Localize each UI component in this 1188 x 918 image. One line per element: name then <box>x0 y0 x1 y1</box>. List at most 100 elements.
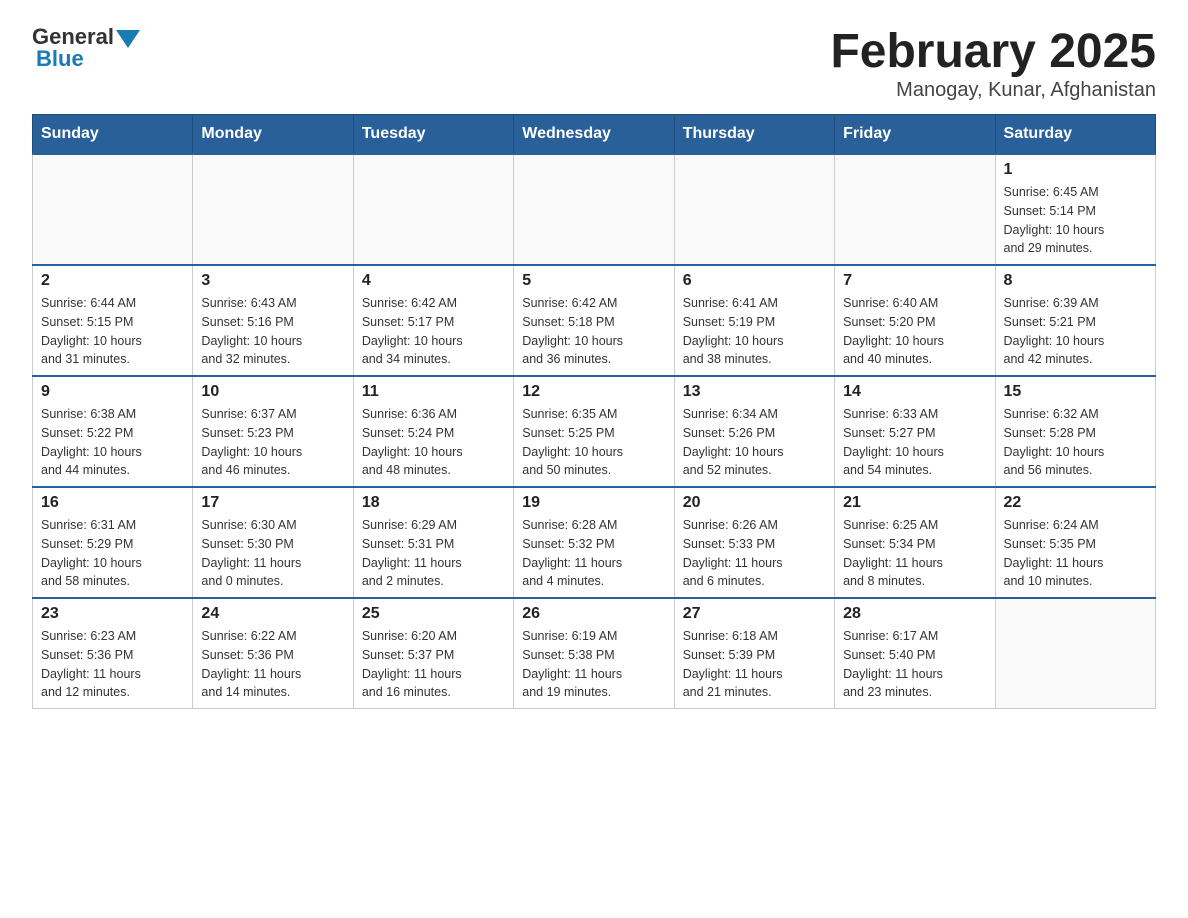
calendar-cell: 16 Sunrise: 6:31 AMSunset: 5:29 PMDayligh… <box>33 487 193 598</box>
calendar-cell: 11 Sunrise: 6:36 AMSunset: 5:24 PMDayligh… <box>353 376 513 487</box>
day-info: Sunrise: 6:32 AMSunset: 5:28 PMDaylight:… <box>1004 405 1147 480</box>
day-number: 14 <box>843 383 986 401</box>
calendar-week-row: 9 Sunrise: 6:38 AMSunset: 5:22 PMDaylight… <box>33 376 1156 487</box>
day-info: Sunrise: 6:45 AMSunset: 5:14 PMDaylight:… <box>1004 183 1147 258</box>
day-info: Sunrise: 6:42 AMSunset: 5:17 PMDaylight:… <box>362 294 505 369</box>
day-number: 10 <box>201 383 344 401</box>
calendar-cell: 24 Sunrise: 6:22 AMSunset: 5:36 PMDayligh… <box>193 598 353 709</box>
calendar-cell <box>995 598 1155 709</box>
calendar-cell: 26 Sunrise: 6:19 AMSunset: 5:38 PMDayligh… <box>514 598 674 709</box>
day-info: Sunrise: 6:43 AMSunset: 5:16 PMDaylight:… <box>201 294 344 369</box>
day-number: 7 <box>843 272 986 290</box>
calendar-week-row: 2 Sunrise: 6:44 AMSunset: 5:15 PMDaylight… <box>33 265 1156 376</box>
day-info: Sunrise: 6:38 AMSunset: 5:22 PMDaylight:… <box>41 405 184 480</box>
day-number: 20 <box>683 494 826 512</box>
weekday-header-friday: Friday <box>835 115 995 155</box>
calendar-cell: 17 Sunrise: 6:30 AMSunset: 5:30 PMDayligh… <box>193 487 353 598</box>
weekday-header-tuesday: Tuesday <box>353 115 513 155</box>
day-number: 5 <box>522 272 665 290</box>
calendar-cell: 6 Sunrise: 6:41 AMSunset: 5:19 PMDaylight… <box>674 265 834 376</box>
calendar-cell: 12 Sunrise: 6:35 AMSunset: 5:25 PMDayligh… <box>514 376 674 487</box>
calendar-cell: 28Sunrise: 6:17 AMSunset: 5:40 PMDayligh… <box>835 598 995 709</box>
day-number: 26 <box>522 605 665 623</box>
logo: General Blue <box>32 24 140 72</box>
day-info: Sunrise: 6:44 AMSunset: 5:15 PMDaylight:… <box>41 294 184 369</box>
day-info: Sunrise: 6:23 AMSunset: 5:36 PMDaylight:… <box>41 627 184 702</box>
day-number: 25 <box>362 605 505 623</box>
day-number: 22 <box>1004 494 1147 512</box>
day-info: Sunrise: 6:39 AMSunset: 5:21 PMDaylight:… <box>1004 294 1147 369</box>
day-info: Sunrise: 6:41 AMSunset: 5:19 PMDaylight:… <box>683 294 826 369</box>
day-number: 8 <box>1004 272 1147 290</box>
day-number: 18 <box>362 494 505 512</box>
calendar-cell: 19 Sunrise: 6:28 AMSunset: 5:32 PMDayligh… <box>514 487 674 598</box>
calendar-cell <box>674 154 834 265</box>
day-info: Sunrise: 6:36 AMSunset: 5:24 PMDaylight:… <box>362 405 505 480</box>
calendar-week-row: 16 Sunrise: 6:31 AMSunset: 5:29 PMDayligh… <box>33 487 1156 598</box>
calendar-cell: 8 Sunrise: 6:39 AMSunset: 5:21 PMDaylight… <box>995 265 1155 376</box>
calendar-cell: 2 Sunrise: 6:44 AMSunset: 5:15 PMDaylight… <box>33 265 193 376</box>
day-number: 15 <box>1004 383 1147 401</box>
day-number: 4 <box>362 272 505 290</box>
calendar-cell: 10Sunrise: 6:37 AMSunset: 5:23 PMDayligh… <box>193 376 353 487</box>
calendar-title: February 2025 <box>830 24 1156 79</box>
calendar-cell: 22Sunrise: 6:24 AMSunset: 5:35 PMDayligh… <box>995 487 1155 598</box>
calendar-cell <box>33 154 193 265</box>
day-info: Sunrise: 6:19 AMSunset: 5:38 PMDaylight:… <box>522 627 665 702</box>
calendar-header-row: SundayMondayTuesdayWednesdayThursdayFrid… <box>33 115 1156 155</box>
weekday-header-saturday: Saturday <box>995 115 1155 155</box>
weekday-header-wednesday: Wednesday <box>514 115 674 155</box>
day-number: 11 <box>362 383 505 401</box>
calendar-cell <box>353 154 513 265</box>
day-number: 17 <box>201 494 344 512</box>
day-info: Sunrise: 6:28 AMSunset: 5:32 PMDaylight:… <box>522 516 665 591</box>
calendar-cell: 14Sunrise: 6:33 AMSunset: 5:27 PMDayligh… <box>835 376 995 487</box>
day-number: 28 <box>843 605 986 623</box>
weekday-header-sunday: Sunday <box>33 115 193 155</box>
calendar-cell: 15 Sunrise: 6:32 AMSunset: 5:28 PMDayligh… <box>995 376 1155 487</box>
day-number: 1 <box>1004 161 1147 179</box>
day-number: 23 <box>41 605 184 623</box>
weekday-header-thursday: Thursday <box>674 115 834 155</box>
day-number: 9 <box>41 383 184 401</box>
day-number: 19 <box>522 494 665 512</box>
calendar-cell: 18 Sunrise: 6:29 AMSunset: 5:31 PMDayligh… <box>353 487 513 598</box>
calendar-cell: 1 Sunrise: 6:45 AMSunset: 5:14 PMDaylight… <box>995 154 1155 265</box>
day-info: Sunrise: 6:20 AMSunset: 5:37 PMDaylight:… <box>362 627 505 702</box>
day-number: 24 <box>201 605 344 623</box>
day-number: 21 <box>843 494 986 512</box>
calendar-cell: 3 Sunrise: 6:43 AMSunset: 5:16 PMDaylight… <box>193 265 353 376</box>
calendar-cell: 21Sunrise: 6:25 AMSunset: 5:34 PMDayligh… <box>835 487 995 598</box>
day-info: Sunrise: 6:29 AMSunset: 5:31 PMDaylight:… <box>362 516 505 591</box>
weekday-header-monday: Monday <box>193 115 353 155</box>
page-header: General Blue February 2025 Manogay, Kuna… <box>32 24 1156 102</box>
day-info: Sunrise: 6:34 AMSunset: 5:26 PMDaylight:… <box>683 405 826 480</box>
day-info: Sunrise: 6:35 AMSunset: 5:25 PMDaylight:… <box>522 405 665 480</box>
day-number: 16 <box>41 494 184 512</box>
calendar-cell: 7 Sunrise: 6:40 AMSunset: 5:20 PMDaylight… <box>835 265 995 376</box>
logo-blue-text: Blue <box>36 46 84 72</box>
day-info: Sunrise: 6:42 AMSunset: 5:18 PMDaylight:… <box>522 294 665 369</box>
calendar-cell: 13 Sunrise: 6:34 AMSunset: 5:26 PMDayligh… <box>674 376 834 487</box>
day-number: 12 <box>522 383 665 401</box>
calendar-cell: 4 Sunrise: 6:42 AMSunset: 5:17 PMDaylight… <box>353 265 513 376</box>
day-number: 3 <box>201 272 344 290</box>
calendar-cell <box>514 154 674 265</box>
day-number: 6 <box>683 272 826 290</box>
calendar-cell <box>193 154 353 265</box>
logo-triangle-icon <box>116 30 140 48</box>
day-info: Sunrise: 6:31 AMSunset: 5:29 PMDaylight:… <box>41 516 184 591</box>
calendar-cell: 5 Sunrise: 6:42 AMSunset: 5:18 PMDaylight… <box>514 265 674 376</box>
calendar-subtitle: Manogay, Kunar, Afghanistan <box>830 79 1156 102</box>
day-number: 2 <box>41 272 184 290</box>
day-info: Sunrise: 6:18 AMSunset: 5:39 PMDaylight:… <box>683 627 826 702</box>
calendar-week-row: 1 Sunrise: 6:45 AMSunset: 5:14 PMDaylight… <box>33 154 1156 265</box>
day-info: Sunrise: 6:22 AMSunset: 5:36 PMDaylight:… <box>201 627 344 702</box>
calendar-cell: 23 Sunrise: 6:23 AMSunset: 5:36 PMDayligh… <box>33 598 193 709</box>
day-number: 27 <box>683 605 826 623</box>
calendar-cell: 27 Sunrise: 6:18 AMSunset: 5:39 PMDayligh… <box>674 598 834 709</box>
day-info: Sunrise: 6:40 AMSunset: 5:20 PMDaylight:… <box>843 294 986 369</box>
calendar-cell <box>835 154 995 265</box>
day-info: Sunrise: 6:30 AMSunset: 5:30 PMDaylight:… <box>201 516 344 591</box>
day-number: 13 <box>683 383 826 401</box>
